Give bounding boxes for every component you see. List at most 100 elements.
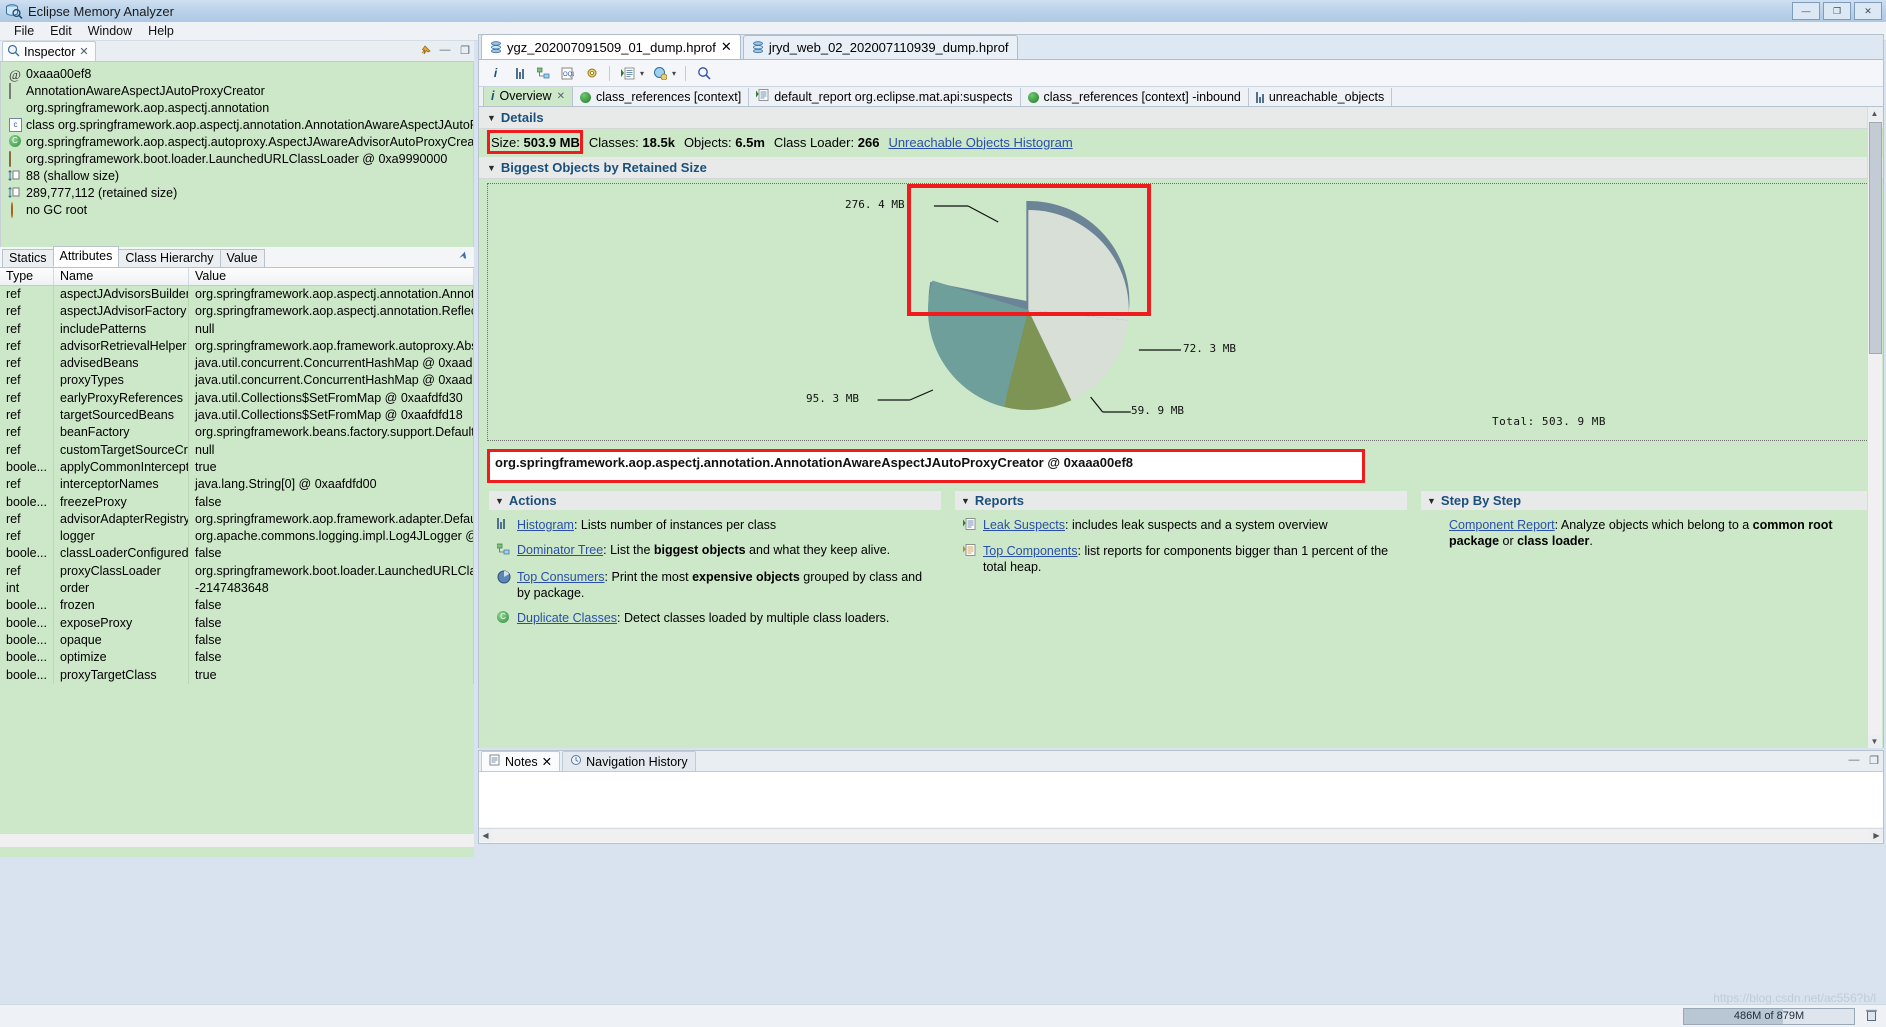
- table-row[interactable]: ref advisorRetrievalHelper org.springframe…: [0, 337, 474, 356]
- histogram-icon[interactable]: [511, 65, 528, 82]
- table-row[interactable]: boole... freezeProxy false: [0, 493, 474, 511]
- list-item[interactable]: c class org.springframework.aop.aspectj.…: [1, 116, 473, 133]
- inspector-info-icon[interactable]: i: [487, 65, 504, 82]
- table-row[interactable]: refcustomTargetSourceCrea...null: [0, 441, 474, 459]
- result-tab-default-report[interactable]: default_report org.eclipse.mat.api:suspe…: [749, 88, 1021, 106]
- scroll-thumb[interactable]: [1869, 122, 1882, 354]
- tab-class-hierarchy[interactable]: Class Hierarchy: [118, 249, 221, 267]
- list-item[interactable]: org.springframework.aop.aspectj.annotati…: [1, 99, 473, 116]
- maximize-button[interactable]: ❐: [1823, 2, 1851, 20]
- pin-icon[interactable]: [453, 248, 471, 267]
- collapse-triangle-icon[interactable]: ▼: [495, 496, 504, 506]
- editor-tab-ygz-dump[interactable]: ygz_202007091509_01_dump.hprof ✕: [481, 34, 741, 59]
- tab-inspector[interactable]: Inspector ✕: [2, 41, 96, 61]
- close-icon[interactable]: ✕: [557, 87, 565, 106]
- table-row[interactable]: boole... proxyTargetClass true: [0, 666, 474, 684]
- result-tab-overview[interactable]: i Overview ✕: [483, 87, 573, 106]
- notes-text-area[interactable]: [479, 772, 1883, 827]
- panel-actions-header[interactable]: ▼ Actions: [489, 491, 941, 510]
- table-row[interactable]: ref advisorAdapterRegistry org.springframe…: [0, 510, 474, 529]
- close-button[interactable]: ✕: [1854, 2, 1882, 20]
- scroll-up-arrow[interactable]: ▲: [1868, 107, 1881, 120]
- collapse-triangle-icon[interactable]: ▼: [487, 163, 496, 173]
- result-tab-class-references-inbound[interactable]: class_references [context] -inbound: [1020, 88, 1249, 106]
- table-row[interactable]: ref includePatterns null: [0, 320, 474, 338]
- maximize-view-icon[interactable]: ❐: [458, 43, 472, 57]
- panel-step-by-step-header[interactable]: ▼ Step By Step: [1421, 491, 1873, 510]
- menu-window[interactable]: Window: [80, 23, 140, 39]
- table-row[interactable]: ref earlyProxyReferences java.util.Collect…: [0, 389, 474, 408]
- trash-icon[interactable]: [1865, 1008, 1878, 1025]
- minimize-view-icon[interactable]: —: [438, 43, 452, 57]
- result-tab-unreachable-objects[interactable]: unreachable_objects: [1248, 88, 1393, 106]
- editor-vertical-scrollbar[interactable]: ▲ ▼: [1867, 107, 1882, 748]
- scroll-down-arrow[interactable]: ▼: [1868, 735, 1881, 748]
- table-row[interactable]: int order -2147483648: [0, 580, 474, 598]
- component-report-link[interactable]: Component Report: [1449, 518, 1555, 532]
- table-row[interactable]: boole... opaque false: [0, 631, 474, 650]
- top-consumers-link[interactable]: Top Consumers: [517, 570, 605, 584]
- dominator-tree-link[interactable]: Dominator Tree: [517, 543, 603, 557]
- table-row[interactable]: ref logger org.apache.commons.logging.impl…: [0, 528, 474, 546]
- table-row[interactable]: boole... optimize false: [0, 649, 474, 667]
- list-item[interactable]: Histogram: Lists number of instances per…: [497, 517, 933, 533]
- column-header-name[interactable]: Name: [54, 268, 189, 285]
- list-item[interactable]: Component Report: Analyze objects which …: [1429, 517, 1865, 549]
- minimize-button[interactable]: —: [1792, 2, 1820, 20]
- oql-icon[interactable]: OQL: [559, 65, 576, 82]
- query-browser-dropdown-icon[interactable]: ▾: [672, 69, 676, 78]
- table-row[interactable]: ref targetSourcedBeans java.util.Collectio…: [0, 407, 474, 425]
- list-item[interactable]: @ 0xaaa00ef8: [1, 65, 473, 82]
- list-item[interactable]: C Duplicate Classes: Detect classes load…: [497, 610, 933, 626]
- scroll-left-arrow[interactable]: ◀: [479, 829, 492, 842]
- table-row[interactable]: ref proxyClassLoader org.springframework.b…: [0, 562, 474, 581]
- heap-status-indicator[interactable]: 486M of 879M: [1683, 1007, 1855, 1025]
- list-item[interactable]: Dominator Tree: List the biggest objects…: [496, 542, 933, 560]
- details-section-header[interactable]: ▼ Details: [479, 107, 1883, 129]
- calculate-gear-icon[interactable]: [583, 65, 600, 82]
- list-item[interactable]: AnnotationAwareAspectJAutoProxyCreator: [1, 82, 473, 99]
- notes-horizontal-scrollbar[interactable]: ◀ ▶: [479, 828, 1883, 842]
- retained-size-pie-chart[interactable]: 276. 4 MB 72. 3 MB 59. 9 MB 95. 3 MB Tot…: [487, 183, 1875, 441]
- table-row[interactable]: boole... classLoaderConfigured false: [0, 545, 474, 563]
- tab-notes[interactable]: Notes ✕: [481, 751, 561, 771]
- top-components-link[interactable]: Top Components: [983, 544, 1078, 558]
- table-row[interactable]: boole...applyCommonIntercepto...true: [0, 458, 474, 477]
- result-tab-class-references[interactable]: class_references [context]: [572, 88, 750, 106]
- dominator-tree-icon[interactable]: [535, 65, 552, 82]
- table-row[interactable]: ref beanFactory org.springframework.beans.…: [0, 424, 474, 442]
- chart-section-header[interactable]: ▼ Biggest Objects by Retained Size: [479, 157, 1883, 179]
- histogram-link[interactable]: Histogram: [517, 518, 574, 532]
- search-icon[interactable]: [695, 65, 712, 82]
- tab-attributes[interactable]: Attributes: [52, 246, 120, 267]
- table-row[interactable]: ref interceptorNames java.lang.String[0] @…: [0, 476, 474, 494]
- menu-help[interactable]: Help: [140, 23, 182, 39]
- pin-icon[interactable]: [418, 43, 432, 57]
- column-header-type[interactable]: Type: [0, 268, 54, 285]
- list-item[interactable]: C org.springframework.aop.aspectj.autopr…: [1, 133, 473, 150]
- tab-navigation-history[interactable]: Navigation History: [562, 751, 696, 771]
- list-item[interactable]: Leak Suspects: includes leak suspects an…: [963, 517, 1399, 534]
- table-row[interactable]: ref advisedBeans java.util.concurrent.Conc…: [0, 355, 474, 373]
- query-browser-icon[interactable]: [651, 65, 668, 82]
- panel-reports-header[interactable]: ▼ Reports: [955, 491, 1407, 510]
- run-report-dropdown-icon[interactable]: ▾: [640, 69, 644, 78]
- editor-tab-jryd-dump[interactable]: jryd_web_02_202007110939_dump.hprof: [742, 35, 1018, 59]
- tab-value[interactable]: Value: [219, 249, 265, 267]
- collapse-triangle-icon[interactable]: ▼: [961, 496, 970, 506]
- table-row[interactable]: ref aspectJAdvisorsBuilder org.springframe…: [0, 286, 474, 304]
- close-icon[interactable]: ✕: [542, 754, 552, 769]
- inspector-horizontal-scrollbar[interactable]: [0, 833, 474, 847]
- table-row[interactable]: boole... frozen false: [0, 597, 474, 615]
- duplicate-classes-link[interactable]: Duplicate Classes: [517, 611, 617, 625]
- unreachable-objects-histogram-link[interactable]: Unreachable Objects Histogram: [888, 135, 1072, 150]
- leak-suspects-link[interactable]: Leak Suspects: [983, 518, 1065, 532]
- column-header-value[interactable]: Value: [189, 268, 474, 285]
- menu-file[interactable]: File: [6, 23, 42, 39]
- maximize-view-icon[interactable]: ❐: [1867, 753, 1881, 767]
- collapse-triangle-icon[interactable]: ▼: [1427, 496, 1436, 506]
- list-item[interactable]: org.springframework.boot.loader.Launched…: [1, 150, 473, 167]
- table-row[interactable]: ref aspectJAdvisorFactory org.springframew…: [0, 303, 474, 321]
- close-icon[interactable]: ✕: [79, 45, 88, 58]
- scroll-right-arrow[interactable]: ▶: [1870, 829, 1883, 842]
